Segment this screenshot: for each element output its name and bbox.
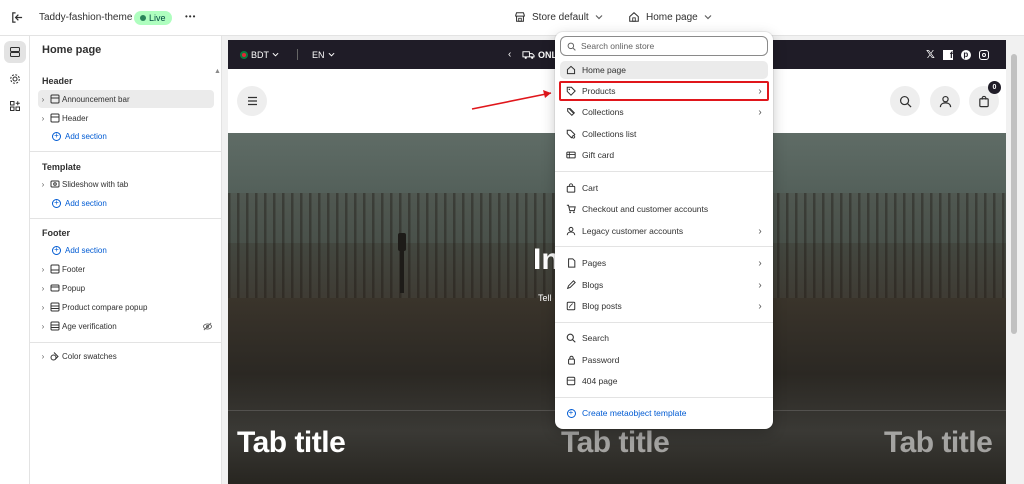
dd-item-label: Cart bbox=[582, 183, 599, 193]
annotation-arrow bbox=[471, 90, 552, 110]
plus-circle-icon: + bbox=[560, 408, 582, 418]
dd-item-label: Collections list bbox=[582, 129, 637, 139]
chevron-right-icon: › bbox=[758, 300, 762, 312]
search-placeholder: Search online store bbox=[581, 41, 655, 51]
dd-item-404-page[interactable]: 404 page bbox=[560, 372, 768, 390]
dd-item-search[interactable]: Search bbox=[560, 329, 768, 347]
dropdown-search-input[interactable]: Search online store bbox=[560, 36, 768, 56]
chevron-right-icon: › bbox=[758, 225, 762, 237]
chevron-right-icon: › bbox=[758, 279, 762, 291]
collections-list-icon bbox=[560, 129, 582, 139]
dd-item-collections-list[interactable]: Collections list bbox=[560, 125, 768, 143]
dd-item-label: 404 page bbox=[582, 376, 618, 386]
dd-item-pages[interactable]: Pages › bbox=[560, 254, 768, 272]
user-icon bbox=[560, 226, 582, 236]
cart-icon bbox=[560, 183, 582, 193]
tag-icon bbox=[560, 86, 582, 96]
collections-icon bbox=[560, 107, 582, 117]
blog-post-icon bbox=[560, 301, 582, 311]
search-icon bbox=[560, 333, 582, 343]
dd-item-label: Home page bbox=[582, 65, 626, 75]
divider bbox=[555, 322, 773, 323]
dd-item-label: Products bbox=[582, 86, 616, 96]
gift-card-icon bbox=[560, 150, 582, 160]
page-icon bbox=[560, 258, 582, 268]
blog-icon bbox=[560, 280, 582, 290]
dd-item-collections[interactable]: Collections › bbox=[560, 103, 768, 121]
page-dropdown: Search online store Home page Products ›… bbox=[555, 32, 773, 429]
dd-item-label: Blog posts bbox=[582, 301, 622, 311]
error-page-icon bbox=[560, 376, 582, 386]
divider bbox=[555, 171, 773, 172]
dd-item-label: Search bbox=[582, 333, 609, 343]
dd-item-home-page[interactable]: Home page bbox=[560, 61, 768, 79]
divider bbox=[555, 246, 773, 247]
dd-item-gift-card[interactable]: Gift card bbox=[560, 146, 768, 164]
dd-item-label: Gift card bbox=[582, 150, 615, 160]
dd-item-label: Create metaobject template bbox=[582, 408, 687, 418]
dd-item-label: Pages bbox=[582, 258, 607, 268]
dd-item-products[interactable]: Products › bbox=[559, 81, 769, 101]
dd-item-legacy-accounts[interactable]: Legacy customer accounts › bbox=[560, 222, 768, 240]
shopping-cart-icon bbox=[560, 204, 582, 214]
dd-item-checkout[interactable]: Checkout and customer accounts bbox=[560, 200, 768, 218]
chevron-right-icon: › bbox=[758, 257, 762, 269]
dd-item-label: Blogs bbox=[582, 280, 604, 290]
divider bbox=[555, 397, 773, 398]
dd-item-cart[interactable]: Cart bbox=[560, 179, 768, 197]
dd-item-label: Collections bbox=[582, 107, 624, 117]
lock-icon bbox=[560, 355, 582, 365]
dd-item-label: Checkout and customer accounts bbox=[582, 204, 709, 214]
dd-item-label: Password bbox=[582, 355, 620, 365]
dd-item-blog-posts[interactable]: Blog posts › bbox=[560, 297, 768, 315]
dd-item-create-metaobject[interactable]: + Create metaobject template bbox=[560, 404, 768, 422]
home-icon bbox=[560, 65, 582, 75]
dd-item-password[interactable]: Password bbox=[560, 351, 768, 369]
dd-item-blogs[interactable]: Blogs › bbox=[560, 276, 768, 294]
search-icon bbox=[567, 42, 576, 51]
chevron-right-icon: › bbox=[758, 85, 762, 97]
chevron-right-icon: › bbox=[758, 106, 762, 118]
dd-item-label: Legacy customer accounts bbox=[582, 226, 684, 236]
